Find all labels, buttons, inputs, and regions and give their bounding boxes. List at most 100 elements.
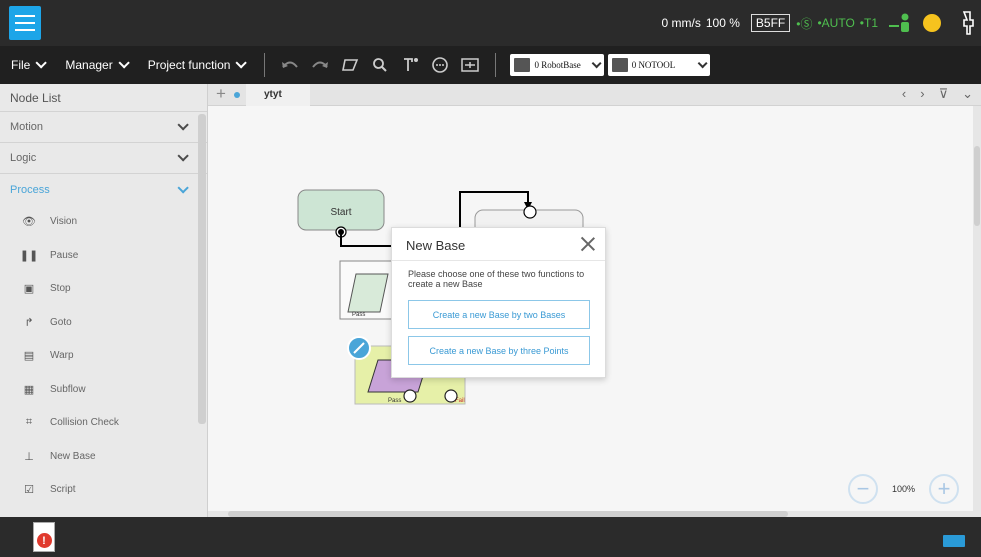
node-item-vision[interactable]: 👁 Vision: [0, 205, 207, 239]
canvas-vertical-scrollbar[interactable]: [973, 106, 981, 511]
project-function-menu-label: Project function: [147, 58, 231, 72]
node-item-warp[interactable]: ▤ Warp: [0, 339, 207, 373]
search-icon[interactable]: [368, 53, 392, 77]
hamburger-line: [15, 29, 35, 31]
operator-status-icon[interactable]: [889, 13, 915, 33]
hamburger-menu-button[interactable]: [9, 6, 41, 40]
file-menu[interactable]: File: [0, 46, 54, 84]
goto-arrow-icon: ↱: [24, 316, 34, 329]
chevron-down-icon: [35, 57, 48, 69]
station-badge[interactable]: B5FF: [750, 14, 791, 32]
speed-readout: 0 mm/s: [661, 16, 701, 30]
node-item-subflow[interactable]: ▦ Subflow: [0, 373, 207, 407]
dialog-message: Please choose one of these two functions…: [408, 269, 585, 289]
auto-mode-indicator: •AUTO: [817, 16, 855, 30]
node-item-script[interactable]: ☑ Script: [0, 473, 207, 507]
new-base-icon: ⊥: [24, 450, 34, 463]
comment-icon[interactable]: [428, 53, 452, 77]
node-item-pause[interactable]: ❚❚ Pause: [0, 239, 207, 273]
chevron-down-icon: [118, 57, 130, 69]
node-port[interactable]: [444, 389, 458, 403]
node-item-collision-check[interactable]: ⌗ Collision Check: [0, 406, 207, 440]
warp-icon: ▤: [23, 350, 35, 363]
node-item-label: Vision: [50, 216, 78, 228]
toolbar-divider: [495, 53, 497, 77]
node-port[interactable]: [403, 389, 417, 403]
project-function-menu[interactable]: Project function: [137, 46, 255, 84]
category-label: Logic: [10, 152, 37, 164]
node-item-stop[interactable]: ▣ Stop: [0, 272, 207, 306]
tool-frame-indicator: •T1: [859, 16, 878, 30]
dialog-divider: [392, 260, 605, 261]
base-icon: [514, 58, 531, 72]
script-icon: ☑: [24, 484, 34, 497]
zoom-out-button[interactable]: −: [848, 474, 878, 504]
eye-icon: 👁: [22, 216, 36, 229]
dialog-title: New Base: [406, 238, 466, 253]
override-readout: 100 %: [705, 16, 740, 30]
collision-check-icon: ⌗: [25, 416, 33, 429]
bottom-bar: !: [0, 517, 981, 557]
category-logic[interactable]: Logic: [0, 143, 207, 174]
redo-icon[interactable]: [308, 53, 332, 77]
node-item-goto[interactable]: ↱ Goto: [0, 306, 207, 340]
category-label: Motion: [10, 121, 44, 133]
category-label: Process: [10, 183, 50, 196]
status-area: 0 mm/s 100 % B5FF •Ⓢ •AUTO •T1: [662, 0, 981, 46]
pass-label: Pass: [388, 398, 401, 404]
hamburger-line: [15, 22, 35, 24]
manager-menu-label: Manager: [65, 58, 113, 72]
zoom-level: 100%: [892, 484, 916, 494]
top-status-bar: 0 mm/s 100 % B5FF •Ⓢ •AUTO •T1: [0, 0, 981, 46]
node-list-scrollbar[interactable]: [198, 114, 206, 424]
file-menu-label: File: [11, 58, 31, 72]
create-base-by-three-points-button[interactable]: Create a new Base by three Points: [408, 336, 590, 365]
alarm-log-button[interactable]: !: [33, 522, 55, 552]
keyboard-icon[interactable]: [943, 535, 965, 547]
menu-bar: File Manager Project function 0 RobotBas…: [0, 46, 981, 84]
chevron-down-icon: [177, 119, 189, 131]
close-icon[interactable]: [579, 235, 597, 253]
tool-select-value: 0 NOTOOL: [631, 60, 676, 70]
node-item-label: Subflow: [50, 383, 86, 395]
teach-pendant-icon[interactable]: [951, 0, 981, 46]
stop-icon: ▣: [23, 283, 35, 296]
node-item-label: Collision Check: [50, 417, 119, 429]
connection-status-icon[interactable]: [923, 14, 941, 32]
node-item-label: Script: [50, 484, 76, 496]
variables-icon[interactable]: [458, 53, 482, 77]
pause-icon: ❚❚: [19, 249, 39, 262]
tool-select[interactable]: 0 NOTOOL: [607, 54, 711, 76]
node-item-new-base[interactable]: ⊥ New Base: [0, 440, 207, 474]
node-item-label: Warp: [50, 350, 74, 362]
base-select-value: 0 RobotBase: [534, 60, 581, 70]
node-list-title: Node List: [0, 84, 207, 112]
pass-label: Pass: [352, 312, 365, 318]
chevron-down-icon: [697, 57, 708, 68]
tool-icon: [611, 58, 628, 72]
node-item-label: Pause: [50, 249, 79, 261]
node-tool-icon[interactable]: [398, 53, 422, 77]
chevron-down-icon: [177, 150, 189, 162]
zoom-controls: − 100% +: [848, 474, 960, 504]
new-base-dialog: New Base Please choose one of these two …: [391, 227, 606, 378]
scroll-thumb[interactable]: [974, 146, 980, 226]
start-node-label: Start: [330, 207, 351, 218]
category-motion[interactable]: Motion: [0, 112, 207, 143]
chevron-down-icon: [591, 57, 602, 68]
create-base-by-two-bases-button[interactable]: Create a new Base by two Bases: [408, 300, 590, 329]
toolbar-divider: [264, 53, 266, 77]
node-port[interactable]: [523, 205, 537, 219]
base-select[interactable]: 0 RobotBase: [510, 54, 604, 76]
subflow-icon: ▦: [23, 383, 35, 396]
node-item-label: New Base: [50, 450, 96, 462]
eraser-icon[interactable]: [338, 53, 362, 77]
flow-connector: [340, 232, 398, 247]
manager-menu[interactable]: Manager: [54, 46, 136, 84]
alarm-icon: !: [36, 533, 52, 548]
node-list-panel: Node List Motion Logic Process 👁 Vision …: [0, 84, 208, 517]
node-item-label: Goto: [50, 316, 72, 328]
category-process[interactable]: Process: [0, 174, 207, 205]
undo-icon[interactable]: [278, 53, 302, 77]
zoom-in-button[interactable]: +: [929, 474, 960, 504]
